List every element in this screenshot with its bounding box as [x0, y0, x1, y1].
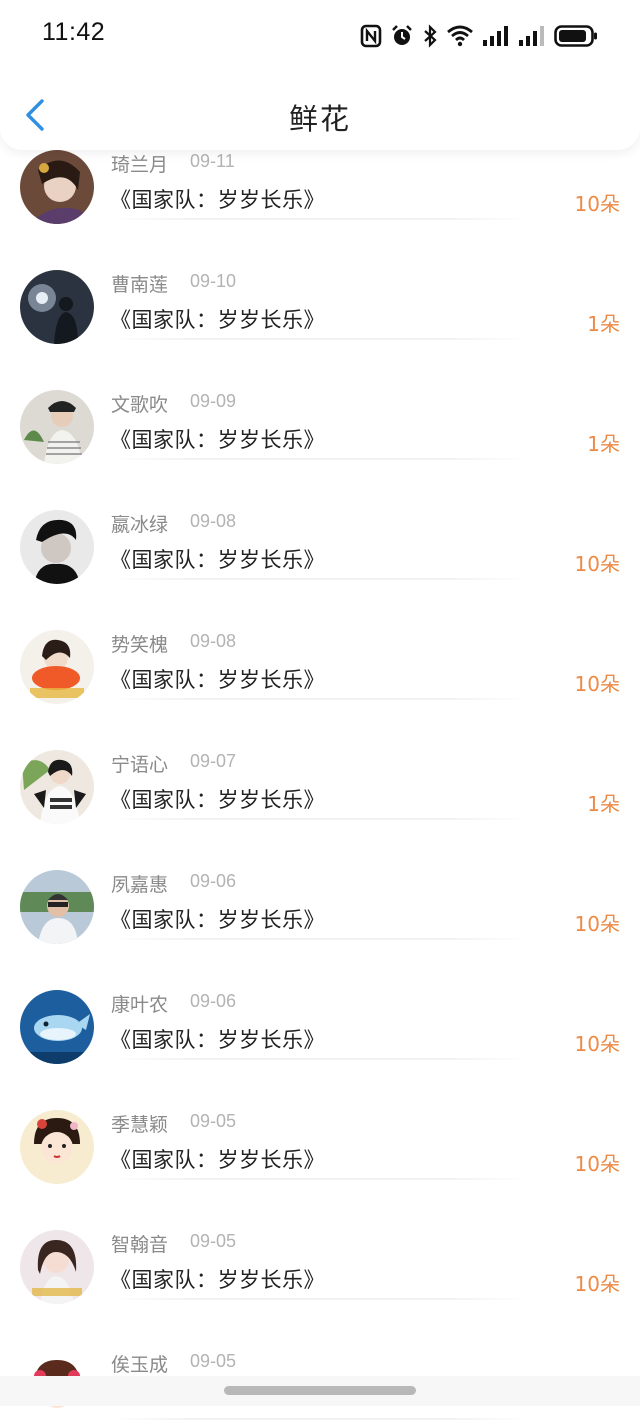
book-title: 《国家队：岁岁长乐》 — [110, 788, 325, 812]
flower-count: 10朵 — [574, 1152, 620, 1176]
book-title: 《国家队：岁岁长乐》 — [110, 668, 325, 692]
avatar[interactable] — [20, 990, 94, 1064]
avatar[interactable] — [20, 510, 94, 584]
alarm-icon — [392, 25, 412, 45]
flower-count: 10朵 — [574, 1032, 620, 1056]
book-title: 《国家队：岁岁长乐》 — [110, 188, 325, 212]
home-indicator[interactable] — [224, 1386, 416, 1395]
gift-date: 09-08 — [190, 631, 237, 651]
navigation-bar: 鲜花 — [0, 80, 640, 150]
gift-date: 09-06 — [190, 991, 237, 1011]
user-name: 康叶农 — [111, 994, 169, 1016]
list-item[interactable]: 嬴冰绿 09-08 《国家队：岁岁长乐》 10朵 — [0, 460, 640, 584]
avatar[interactable] — [20, 1230, 94, 1304]
cellular-signal-icon — [519, 26, 544, 46]
app-header: 11:42 鲜花 — [0, 0, 640, 150]
gesture-bar — [0, 1376, 640, 1406]
flower-count: 1朵 — [587, 312, 620, 336]
status-bar: 11:42 — [0, 0, 640, 70]
book-title: 《国家队：岁岁长乐》 — [110, 908, 325, 932]
flower-count: 10朵 — [574, 192, 620, 216]
list-item[interactable]: 宁语心 09-07 《国家队：岁岁长乐》 1朵 — [0, 700, 640, 824]
list-item[interactable]: 曹南莲 09-10 《国家队：岁岁长乐》 1朵 — [0, 220, 640, 344]
flower-count: 10朵 — [574, 552, 620, 576]
book-title: 《国家队：岁岁长乐》 — [110, 1028, 325, 1052]
gift-date: 09-11 — [190, 151, 235, 171]
cellular-signal-icon — [483, 26, 508, 46]
user-name: 势笑槐 — [111, 634, 169, 656]
flower-count: 10朵 — [574, 912, 620, 936]
list-item[interactable]: 势笑槐 09-08 《国家队：岁岁长乐》 10朵 — [0, 580, 640, 704]
gift-date: 09-09 — [190, 391, 237, 411]
flower-gift-list: 琦兰月 09-11 《国家队：岁岁长乐》 10朵 曹南莲 09-10 《国家队：… — [0, 100, 640, 1424]
user-name: 夙嘉惠 — [111, 874, 169, 896]
list-item[interactable]: 智翰音 09-05 《国家队：岁岁长乐》 10朵 — [0, 1180, 640, 1304]
user-name: 文歌吹 — [111, 394, 169, 416]
gift-date: 09-10 — [190, 271, 237, 291]
battery-icon — [554, 25, 597, 47]
list-item[interactable]: 季慧颖 09-05 《国家队：岁岁长乐》 10朵 — [0, 1060, 640, 1184]
page-title: 鲜花 — [288, 102, 351, 136]
user-name: 琦兰月 — [111, 154, 169, 176]
list-item[interactable]: 康叶农 09-06 《国家队：岁岁长乐》 10朵 — [0, 940, 640, 1064]
user-name: 嬴冰绿 — [111, 514, 169, 536]
nfc-icon — [360, 24, 382, 48]
gift-date: 09-08 — [190, 511, 237, 531]
gift-date: 09-05 — [190, 1111, 237, 1131]
avatar[interactable] — [20, 150, 94, 224]
status-time: 11:42 — [42, 18, 106, 46]
flower-count: 1朵 — [587, 792, 620, 816]
user-name: 曹南莲 — [111, 274, 169, 296]
gift-date: 09-06 — [190, 871, 237, 891]
avatar[interactable] — [20, 750, 94, 824]
wifi-icon — [447, 25, 473, 47]
user-name: 智翰音 — [111, 1234, 169, 1256]
user-name: 俟玉成 — [111, 1354, 169, 1376]
list-item[interactable]: 文歌吹 09-09 《国家队：岁岁长乐》 1朵 — [0, 340, 640, 464]
gift-date: 09-07 — [190, 751, 237, 771]
flower-count: 10朵 — [574, 672, 620, 696]
book-title: 《国家队：岁岁长乐》 — [110, 1148, 325, 1172]
book-title: 《国家队：岁岁长乐》 — [110, 1268, 325, 1292]
avatar[interactable] — [20, 630, 94, 704]
avatar[interactable] — [20, 390, 94, 464]
book-title: 《国家队：岁岁长乐》 — [110, 308, 325, 332]
user-name: 宁语心 — [111, 754, 169, 776]
gift-date: 09-05 — [190, 1351, 237, 1371]
gift-date: 09-05 — [190, 1231, 237, 1251]
book-title: 《国家队：岁岁长乐》 — [110, 428, 325, 452]
bluetooth-icon — [424, 24, 437, 48]
flower-count: 1朵 — [587, 432, 620, 456]
user-name: 季慧颖 — [111, 1114, 169, 1136]
flower-count: 10朵 — [574, 1272, 620, 1296]
avatar[interactable] — [20, 270, 94, 344]
avatar[interactable] — [20, 870, 94, 944]
avatar[interactable] — [20, 1110, 94, 1184]
status-icons — [360, 22, 598, 50]
book-title: 《国家队：岁岁长乐》 — [110, 548, 325, 572]
list-item[interactable]: 夙嘉惠 09-06 《国家队：岁岁长乐》 10朵 — [0, 820, 640, 944]
